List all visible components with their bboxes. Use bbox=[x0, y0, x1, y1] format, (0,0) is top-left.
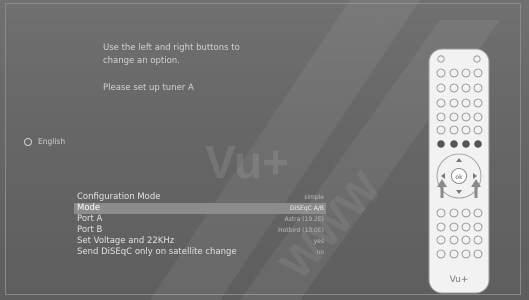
config-row-value: simple bbox=[304, 194, 324, 201]
tv-screen: Vu+ WWW Use the left and right buttons t… bbox=[0, 0, 529, 300]
instruction-tuner: Please set up tuner A bbox=[103, 83, 194, 93]
config-row-label: Send DiSEqC only on satellite change bbox=[77, 247, 237, 257]
radio-icon bbox=[24, 137, 32, 146]
instruction-line-1: Use the left and right buttons to bbox=[103, 43, 240, 53]
instruction-line-2: change an option. bbox=[103, 56, 180, 66]
config-row-mode[interactable]: Mode DiSEqC A/B bbox=[74, 203, 326, 214]
config-row-configuration-mode[interactable]: Configuration Mode simple bbox=[74, 192, 326, 203]
config-row-label: Port B bbox=[77, 225, 103, 235]
config-row-value: Hotbird (13.0E) bbox=[278, 227, 324, 234]
language-label: English bbox=[38, 137, 66, 146]
config-row-diseqc-change[interactable]: Send DiSEqC only on satellite change no bbox=[74, 247, 326, 258]
config-row-label: Mode bbox=[77, 203, 101, 213]
config-row-voltage[interactable]: Set Voltage and 22KHz yes bbox=[74, 236, 326, 247]
config-row-value: no bbox=[316, 249, 324, 256]
remote-control-image: ok Vu+ bbox=[428, 48, 490, 294]
config-row-value: yes bbox=[313, 238, 324, 245]
remote-brand: Vu+ bbox=[450, 275, 469, 285]
config-row-label: Set Voltage and 22KHz bbox=[77, 236, 175, 246]
config-row-label: Configuration Mode bbox=[77, 192, 161, 202]
watermark-text: Vu+ bbox=[205, 136, 289, 188]
config-row-value: DiSEqC A/B bbox=[289, 205, 324, 212]
config-row-port-a[interactable]: Port A Astra (19.2E) bbox=[74, 214, 326, 225]
config-row-label: Port A bbox=[77, 214, 103, 224]
config-row-port-b[interactable]: Port B Hotbird (13.0E) bbox=[74, 225, 326, 236]
config-list: Configuration Mode simple Mode DiSEqC A/… bbox=[74, 192, 326, 258]
svg-text:ok: ok bbox=[455, 174, 463, 181]
config-row-value: Astra (19.2E) bbox=[284, 216, 324, 223]
language-option[interactable]: English bbox=[24, 137, 65, 146]
